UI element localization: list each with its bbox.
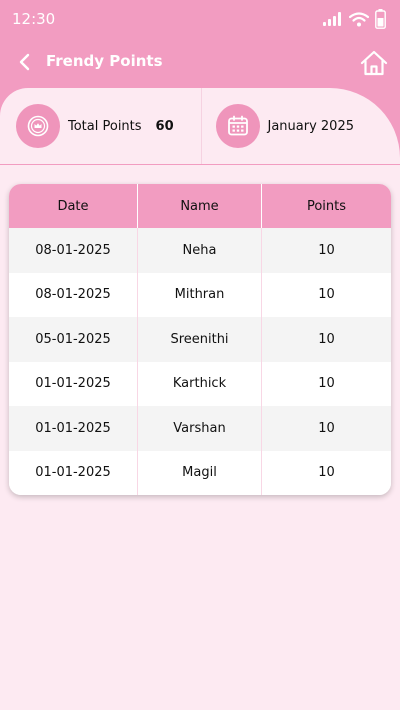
signal-icon <box>323 12 341 26</box>
table-row: 05-01-2025 Sreenithi 10 <box>9 317 391 362</box>
month-label: January 2025 <box>267 118 355 134</box>
points-table: Date Name Points 08-01-2025 Neha 10 08-0… <box>9 184 391 495</box>
chevron-left-icon <box>19 53 30 71</box>
table-row: 01-01-2025 Magil 10 <box>9 450 391 495</box>
nav-bar: Frendy Points <box>0 40 400 84</box>
cell-name: Karthick <box>137 361 262 406</box>
cell-name: Magil <box>137 450 262 495</box>
header-date: Date <box>57 198 89 214</box>
cell-name: Sreenithi <box>137 317 262 362</box>
summary-card: Total Points 60 January 2025 <box>0 88 400 164</box>
status-bar: 12:30 <box>0 0 400 38</box>
back-button[interactable] <box>12 50 36 74</box>
calendar-icon <box>215 104 260 148</box>
cell-name: Mithran <box>137 272 262 317</box>
cell-name: Varshan <box>137 406 262 451</box>
cell-date: 01-01-2025 <box>35 376 111 392</box>
cell-points: 10 <box>318 376 335 392</box>
table-row: 08-01-2025 Neha 10 <box>9 228 391 273</box>
table-row: 01-01-2025 Varshan 10 <box>9 406 391 451</box>
cell-date: 01-01-2025 <box>35 465 111 481</box>
month-selector[interactable]: January 2025 <box>200 88 400 164</box>
cell-points: 10 <box>318 331 335 347</box>
table-row: 08-01-2025 Mithran 10 <box>9 272 391 317</box>
cell-points: 10 <box>318 287 335 303</box>
cell-date: 05-01-2025 <box>35 331 111 347</box>
table-header: Date Name Points <box>9 184 391 228</box>
status-icons <box>323 9 386 29</box>
header-points: Points <box>306 198 347 214</box>
page-title: Frendy Points <box>46 52 163 70</box>
status-time: 12:30 <box>12 10 56 28</box>
cell-points: 10 <box>318 465 335 481</box>
table-row: 01-01-2025 Karthick 10 <box>9 361 391 406</box>
wifi-icon <box>349 11 369 26</box>
home-icon <box>360 50 388 76</box>
cell-date: 08-01-2025 <box>35 287 111 303</box>
cell-points: 10 <box>318 420 335 436</box>
cell-date: 01-01-2025 <box>35 420 111 436</box>
cell-date: 08-01-2025 <box>35 242 111 258</box>
home-button[interactable] <box>358 47 390 79</box>
cell-name: Neha <box>137 228 262 273</box>
battery-icon <box>375 9 386 29</box>
cell-points: 10 <box>318 242 335 258</box>
crown-badge-icon <box>16 104 60 148</box>
total-points-summary: Total Points 60 <box>0 88 201 164</box>
header-name: Name <box>137 184 262 228</box>
total-points-label: Total Points <box>68 118 142 134</box>
total-points-value: 60 <box>155 118 174 134</box>
